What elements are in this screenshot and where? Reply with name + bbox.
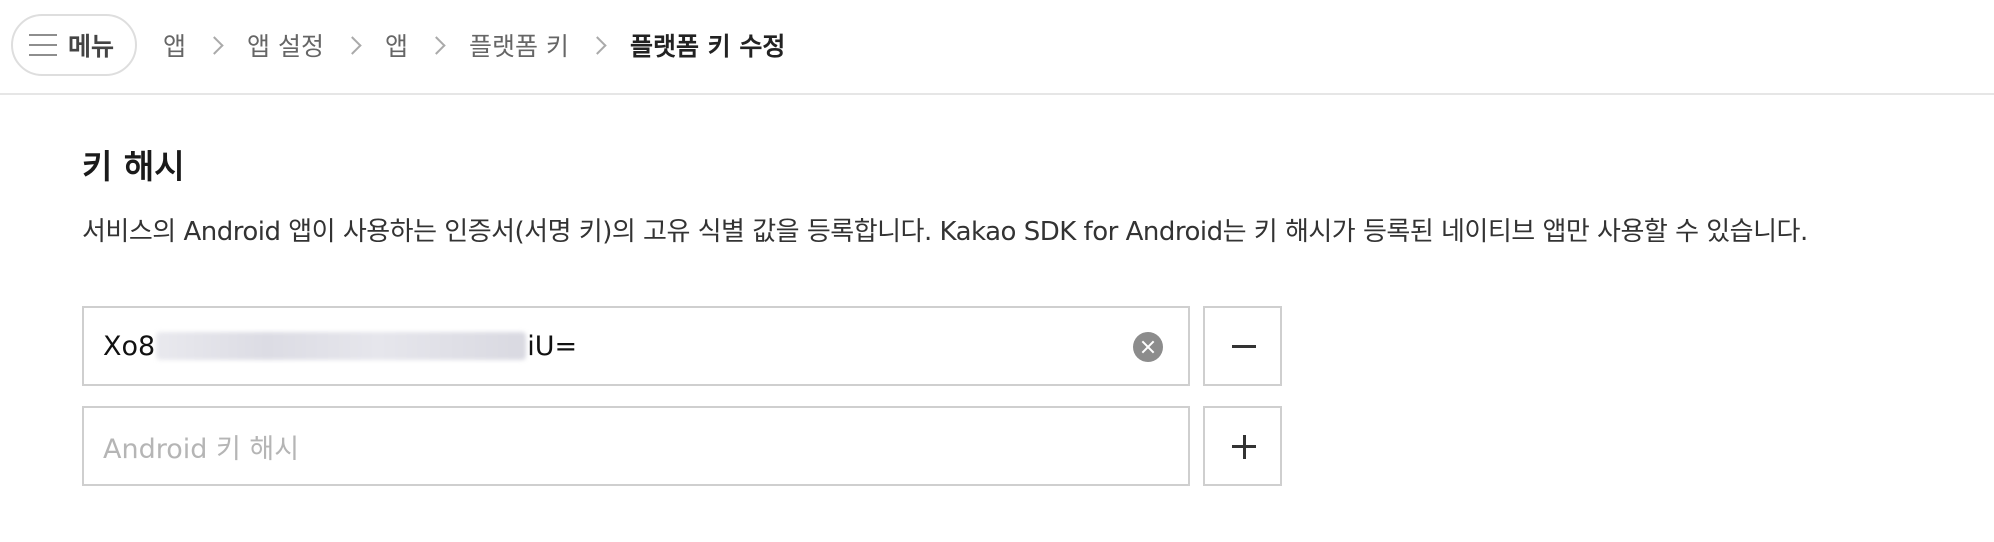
section-description: 서비스의 Android 앱이 사용하는 인증서(서명 키)의 고유 식별 값을… [82, 217, 1808, 247]
section-title: 키 해시 [82, 147, 185, 186]
breadcrumb-item-app-settings[interactable]: 앱 설정 [247, 27, 324, 63]
chevron-right-icon [427, 35, 446, 55]
menu-label: 메뉴 [68, 32, 115, 61]
key-hash-value: Xo8 iU= [103, 331, 577, 362]
key-hash-input[interactable]: Xo8 iU= [82, 306, 1190, 386]
key-hash-suffix: iU= [527, 330, 578, 362]
hamburger-icon [29, 34, 57, 56]
redacted-key-segment [156, 332, 527, 360]
plus-icon [1232, 434, 1256, 459]
chevron-right-icon [343, 35, 362, 55]
breadcrumb-item-app-sub[interactable]: 앱 [385, 27, 408, 63]
chevron-right-icon [205, 35, 224, 55]
breadcrumb: 앱 앱 설정 앱 플랫폼 키 플랫폼 키 수정 [163, 24, 785, 66]
minus-icon [1232, 345, 1256, 348]
add-key-hash-button[interactable] [1203, 406, 1282, 486]
chevron-right-icon [588, 35, 607, 55]
breadcrumb-item-app[interactable]: 앱 [163, 27, 186, 63]
menu-button[interactable]: 메뉴 [11, 14, 137, 76]
breadcrumb-item-edit-platform-key: 플랫폼 키 수정 [629, 32, 786, 61]
new-key-hash-placeholder: Android 키 해시 [103, 433, 300, 465]
new-key-hash-input[interactable]: Android 키 해시 [82, 406, 1190, 486]
top-bar: 메뉴 앱 앱 설정 앱 플랫폼 키 플랫폼 키 수정 [0, 0, 1994, 95]
clear-icon[interactable] [1133, 332, 1163, 362]
key-hash-prefix: Xo8 [103, 330, 156, 362]
breadcrumb-item-platform-key[interactable]: 플랫폼 키 [469, 27, 569, 63]
remove-key-hash-button[interactable] [1203, 306, 1282, 386]
